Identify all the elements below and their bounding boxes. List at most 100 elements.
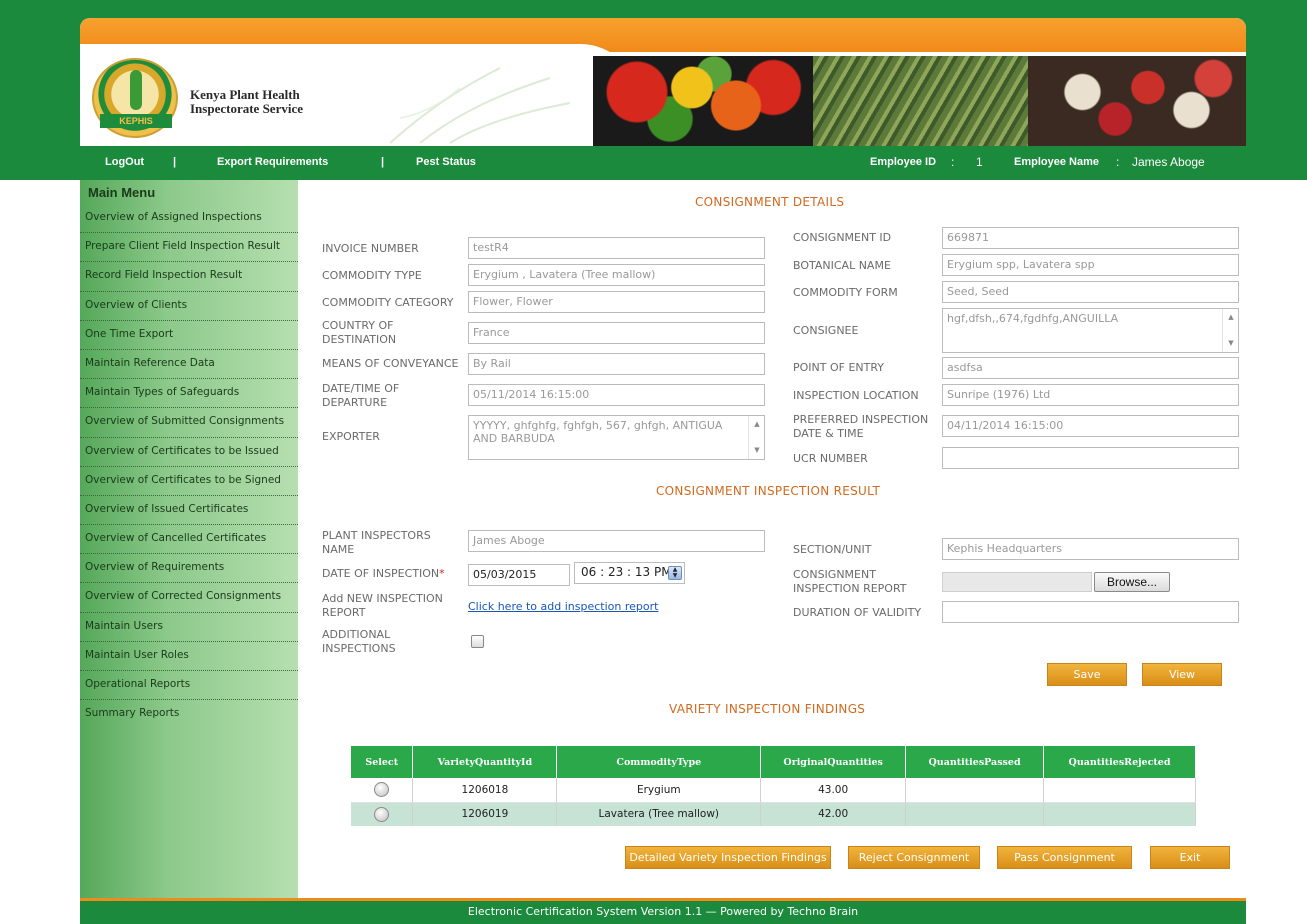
top-nav: LogOut | Export Requirements | Pest Stat… <box>80 150 1246 176</box>
inspection-result-title: CONSIGNMENT INSPECTION RESULT <box>656 484 881 498</box>
sidebar-item-summary-reports[interactable]: Summary Reports <box>80 700 298 729</box>
quantities-passed-cell <box>905 778 1045 803</box>
sidebar-item-submitted-consignments[interactable]: Overview of Submitted Consignments <box>80 408 298 438</box>
sidebar-item-assigned-inspections[interactable]: Overview of Assigned Inspections <box>80 204 298 234</box>
country-destination-label: COUNTRY OF DESTINATION <box>322 319 396 347</box>
scroll-down-icon[interactable]: ▼ <box>749 444 764 457</box>
scroll-up-icon[interactable]: ▲ <box>1223 311 1238 324</box>
row-select-radio[interactable] <box>374 782 390 798</box>
time-value: 06 : 23 : 13 PM <box>581 565 672 579</box>
column-header-variety-quantity-id: VarietyQuantityId <box>412 746 558 778</box>
departure-label-line2: DEPARTURE <box>322 396 388 409</box>
inspection-report-file-field[interactable] <box>942 572 1092 592</box>
flowers-photo <box>1028 56 1246 146</box>
sidebar-item-operational-reports[interactable]: Operational Reports <box>80 671 298 701</box>
original-quantities-cell: 43.00 <box>760 778 907 803</box>
additional-inspections-checkbox[interactable] <box>471 635 484 648</box>
pass-consignment-button[interactable]: Pass Consignment <box>997 846 1132 869</box>
invoice-number-field[interactable]: testR4 <box>468 237 765 259</box>
main-menu-title: Main Menu <box>88 185 156 200</box>
section-unit-label: SECTION/UNIT <box>793 543 872 556</box>
consignee-label: CONSIGNEE <box>793 324 859 337</box>
inspection-location-field[interactable]: Sunripe (1976) Ltd <box>942 384 1239 406</box>
browse-button[interactable]: Browse... <box>1094 572 1170 592</box>
departure-field[interactable]: 05/11/2014 16:15:00 <box>468 384 765 406</box>
consignment-id-field[interactable]: 669871 <box>942 227 1239 249</box>
exporter-scrollbar[interactable]: ▲ ▼ <box>748 416 764 459</box>
ucr-number-field[interactable] <box>942 447 1239 469</box>
sidebar-item-certificates-to-issue[interactable]: Overview of Certificates to be Issued <box>80 438 298 467</box>
additional-label-line1: ADDITIONAL <box>322 628 391 641</box>
table-row[interactable]: 1206019 Lavatera (Tree mallow) 42.00 <box>351 802 1196 826</box>
conveyance-field[interactable]: By Rail <box>468 353 765 375</box>
country-label-line1: COUNTRY OF <box>322 319 394 332</box>
org-name: Kenya Plant Health Inspectorate Service <box>190 88 360 116</box>
additional-label-line2: INSPECTIONS <box>322 642 396 655</box>
point-of-entry-field[interactable]: asdfsa <box>942 357 1239 379</box>
export-requirements-link[interactable]: Export Requirements <box>217 156 328 168</box>
botanical-name-field[interactable]: Erygium spp, Lavatera spp <box>942 254 1239 276</box>
reject-consignment-button[interactable]: Reject Consignment <box>848 846 980 869</box>
time-spinner-icon[interactable]: ▲ ▼ <box>668 566 682 580</box>
country-destination-field[interactable]: France <box>468 322 765 344</box>
consignee-scrollbar[interactable]: ▲ ▼ <box>1222 309 1238 352</box>
sidebar-item-record-field-inspection[interactable]: Record Field Inspection Result <box>80 262 298 292</box>
scroll-down-icon[interactable]: ▼ <box>1223 337 1238 350</box>
required-marker: * <box>439 567 445 580</box>
original-quantities-cell: 42.00 <box>760 802 907 826</box>
commodity-category-label: COMMODITY CATEGORY <box>322 296 454 309</box>
table-row[interactable]: 1206018 Erygium 43.00 <box>351 778 1196 803</box>
time-of-inspection-field[interactable]: 06 : 23 : 13 PM ▲ ▼ <box>574 562 685 584</box>
commodity-type-field[interactable]: Erygium , Lavatera (Tree mallow) <box>468 264 765 286</box>
sidebar-item-reference-data[interactable]: Maintain Reference Data <box>80 350 298 380</box>
consignment-details-title: CONSIGNMENT DETAILS <box>695 195 845 209</box>
sidebar-item-users[interactable]: Maintain Users <box>80 613 298 642</box>
sidebar: Main Menu Overview of Assigned Inspectio… <box>80 180 298 900</box>
commodity-category-field[interactable]: Flower, Flower <box>468 291 765 313</box>
sidebar-item-issued-certificates[interactable]: Overview of Issued Certificates <box>80 496 298 526</box>
page: KEPHIS Kenya Plant Health Inspectorate S… <box>0 0 1307 924</box>
preferred-inspection-field[interactable]: 04/11/2014 16:15:00 <box>942 415 1239 437</box>
inspector-name-field[interactable]: James Aboge <box>468 530 765 552</box>
consignee-field[interactable]: hgf,dfsh,,674,fgdhfg,ANGUILLA ▲ ▼ <box>942 308 1239 353</box>
employee-id-value: 1 <box>976 155 983 169</box>
inspection-location-label: INSPECTION LOCATION <box>793 389 919 402</box>
sidebar-item-certificates-to-sign[interactable]: Overview of Certificates to be Signed <box>80 467 298 496</box>
commodity-form-field[interactable]: Seed, Seed <box>942 281 1239 303</box>
scroll-up-icon[interactable]: ▲ <box>749 418 764 431</box>
row-select-radio[interactable] <box>374 806 390 822</box>
logout-link[interactable]: LogOut <box>105 156 144 168</box>
add-inspection-report-link[interactable]: Click here to add inspection report <box>468 600 658 613</box>
variety-findings-table: Select VarietyQuantityId CommodityType O… <box>351 746 1196 826</box>
inspector-name-label: PLANT INSPECTORS NAME <box>322 529 431 557</box>
section-unit-field[interactable]: Kephis Headquarters <box>942 538 1239 560</box>
pest-status-link[interactable]: Pest Status <box>416 156 476 168</box>
country-label-line2: DESTINATION <box>322 333 397 346</box>
select-cell <box>351 802 414 826</box>
save-button[interactable]: Save <box>1047 663 1127 686</box>
exporter-label: EXPORTER <box>322 430 380 443</box>
exporter-field[interactable]: YYYYY, ghfghfg, fghfgh, 567, ghfgh, ANTI… <box>468 415 765 460</box>
nav-separator: | <box>381 156 385 168</box>
sidebar-item-requirements[interactable]: Overview of Requirements <box>80 554 298 584</box>
sidebar-item-prepare-client-field-inspection[interactable]: Prepare Client Field Inspection Result <box>80 233 298 263</box>
consignee-value: hgf,dfsh,,674,fgdhfg,ANGUILLA <box>947 312 1119 325</box>
duration-of-validity-field[interactable] <box>942 601 1239 623</box>
sidebar-item-corrected-consignments[interactable]: Overview of Corrected Consignments <box>80 583 298 613</box>
add-report-label-line1: Add NEW INSPECTION <box>322 592 443 605</box>
select-cell <box>351 778 414 803</box>
date-of-inspection-field[interactable]: 05/03/2015 <box>468 564 570 586</box>
view-button[interactable]: View <box>1142 663 1222 686</box>
preferred-label-line2: DATE & TIME <box>793 427 864 440</box>
sidebar-item-safeguards[interactable]: Maintain Types of Safeguards <box>80 379 298 409</box>
report-label-line2: INSPECTION REPORT <box>793 582 907 595</box>
sidebar-item-clients[interactable]: Overview of Clients <box>80 292 298 321</box>
nav-separator: | <box>173 156 177 168</box>
sidebar-item-cancelled-certificates[interactable]: Overview of Cancelled Certificates <box>80 525 298 555</box>
exit-button[interactable]: Exit <box>1150 846 1230 869</box>
column-header-original-quantities: OriginalQuantities <box>760 746 907 778</box>
employee-name-colon: : <box>1116 155 1120 169</box>
sidebar-item-user-roles[interactable]: Maintain User Roles <box>80 642 298 671</box>
detailed-variety-findings-button[interactable]: Detailed Variety Inspection Findings <box>625 846 831 869</box>
sidebar-item-one-time-export[interactable]: One Time Export <box>80 321 298 350</box>
